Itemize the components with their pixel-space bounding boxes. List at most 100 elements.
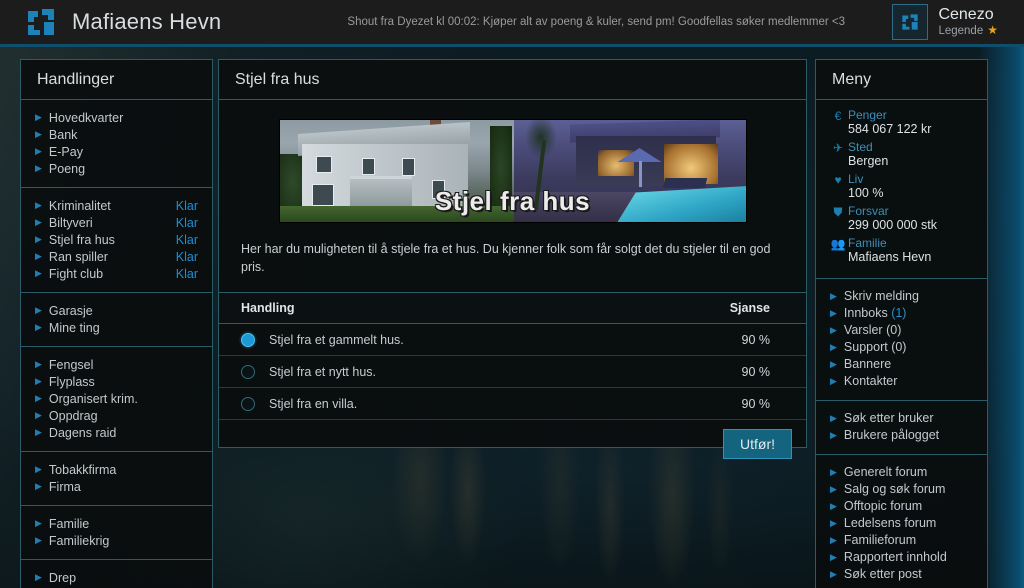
option-row[interactable]: Stjel fra et gammelt hus. 90 % — [219, 324, 806, 356]
stat-value: 100 % — [848, 185, 884, 200]
menu-item-kontakter[interactable]: ▶ Kontakter — [816, 373, 987, 390]
menu-item-s-k-etter-bruker[interactable]: ▶ Søk etter bruker — [816, 410, 987, 427]
menu-item-label: Familieforum — [843, 533, 917, 548]
sidebar-item-kriminalitet[interactable]: ▶ Kriminalitet Klar — [21, 197, 212, 214]
stat-label: Forsvar — [848, 203, 889, 218]
chevron-right-icon: ▶ — [830, 412, 837, 423]
menu-item-rapportert-innhold[interactable]: ▶ Rapportert innhold — [816, 549, 987, 566]
menu-item-s-k-etter-post[interactable]: ▶ Søk etter post — [816, 566, 987, 583]
sidebar-item-e-pay[interactable]: ▶ E-Pay — [21, 143, 212, 160]
sidebar-item-flyplass[interactable]: ▶ Flyplass — [21, 373, 212, 390]
sidebar-item-familie[interactable]: ▶ Familie — [21, 515, 212, 532]
menu-item-skriv-melding[interactable]: ▶ Skriv melding — [816, 288, 987, 305]
sidebar-item-garasje[interactable]: ▶ Garasje — [21, 302, 212, 319]
chevron-right-icon: ▶ — [35, 410, 42, 420]
stat-text: Sted Bergen — [848, 140, 888, 169]
menu-item-label: Skriv melding — [843, 289, 919, 304]
sidebar-item-status[interactable]: Klar — [176, 250, 198, 264]
menu-item-salg-og-s-k-forum[interactable]: ▶ Salg og søk forum — [816, 481, 987, 498]
option-chance: 90 % — [741, 364, 771, 379]
menu-item-bannere[interactable]: ▶ Bannere — [816, 356, 987, 373]
sidebar-item-label: Flyplass — [48, 374, 95, 389]
sidebar-item-label: E-Pay — [48, 144, 83, 159]
avatar[interactable] — [892, 4, 929, 40]
sidebar-item-fight-club[interactable]: ▶ Fight club Klar — [21, 265, 212, 282]
option-row[interactable]: Stjel fra et nytt hus. 90 % — [219, 356, 806, 388]
sidebar-item-organisert-krim[interactable]: ▶ Organisert krim. — [21, 390, 212, 407]
radio-button[interactable] — [241, 364, 255, 379]
menu-sidebar-title: Meny — [816, 60, 987, 100]
radio-button[interactable] — [241, 396, 255, 411]
chevron-right-icon: ▶ — [35, 393, 42, 403]
sidebar-item-status[interactable]: Klar — [176, 199, 198, 213]
menu-item-label: Brukere pålogget — [843, 428, 940, 443]
chevron-right-icon: ▶ — [35, 146, 42, 156]
radio-button[interactable] — [241, 332, 255, 347]
menu-item-brukere-p-logget[interactable]: ▶ Brukere pålogget — [816, 427, 987, 444]
menu-item-innboks[interactable]: ▶ Innboks (1) — [816, 305, 987, 322]
sidebar-item-label: Firma — [48, 479, 81, 494]
actions-nav-group: ▶ Tobakkfirma ▶ Firma — [21, 452, 212, 506]
menu-item-varsler[interactable]: ▶ Varsler (0) — [816, 322, 987, 339]
chevron-right-icon: ▶ — [830, 358, 837, 369]
top-header-bar: Mafiaens Hevn Shout fra Dyezet kl 00:02:… — [0, 0, 1024, 47]
plane-icon: ✈ — [832, 140, 844, 155]
chevron-right-icon: ▶ — [35, 322, 42, 332]
option-label: Stjel fra en villa. — [269, 396, 358, 411]
sidebar-item-biltyveri[interactable]: ▶ Biltyveri Klar — [21, 214, 212, 231]
menu-item-support[interactable]: ▶ Support (0) — [816, 339, 987, 356]
sidebar-item-label: Familiekrig — [48, 533, 110, 548]
menu-item-count: (1) — [891, 306, 907, 321]
options-list: Stjel fra et gammelt hus. 90 % Stjel fra e… — [219, 324, 806, 420]
page-title: Stjel fra hus — [219, 60, 806, 100]
sidebar-item-label: Tobakkfirma — [48, 462, 117, 477]
execute-button[interactable]: Utfør! — [723, 429, 792, 459]
sidebar-item-status[interactable]: Klar — [176, 216, 198, 230]
sidebar-item-ran-spiller[interactable]: ▶ Ran spiller Klar — [21, 248, 212, 265]
sidebar-item-label: Hovedkvarter — [48, 110, 124, 125]
option-chance: 90 % — [741, 396, 771, 411]
chevron-right-icon: ▶ — [830, 500, 837, 511]
sidebar-item-oppdrag[interactable]: ▶ Oppdrag — [21, 407, 212, 424]
sidebar-item-bank[interactable]: ▶ Bank — [21, 126, 212, 143]
lit-room-decor — [597, 150, 634, 176]
stat-label: Liv — [848, 171, 864, 186]
page-root: Mafiaens Hevn Shout fra Dyezet kl 00:02:… — [0, 0, 1024, 588]
sidebar-item-hovedkvarter[interactable]: ▶ Hovedkvarter — [21, 109, 212, 126]
menu-item-label: Søk etter post — [843, 567, 922, 582]
sidebar-item-stjel-fra-hus[interactable]: ▶ Stjel fra hus Klar — [21, 231, 212, 248]
option-row[interactable]: Stjel fra en villa. 90 % — [219, 388, 806, 420]
actions-nav-group: ▶ Garasje ▶ Mine ting — [21, 293, 212, 347]
menu-item-generelt-forum[interactable]: ▶ Generelt forum — [816, 464, 987, 481]
menu-item-offtopic-forum[interactable]: ▶ Offtopic forum — [816, 498, 987, 515]
sidebar-item-drep[interactable]: ▶ Drep — [21, 569, 212, 586]
sidebar-item-label: Mine ting — [48, 320, 100, 335]
chevron-right-icon: ▶ — [830, 341, 837, 352]
sidebar-item-status[interactable]: Klar — [176, 233, 198, 247]
sidebar-item-label: Familie — [48, 516, 90, 531]
menu-nav-list: ▶ Skriv melding ▶ Innboks (1) ▶ Varsler (0) ▶ S… — [816, 279, 987, 588]
chevron-right-icon: ▶ — [830, 517, 837, 528]
menu-item-ledelsens-forum[interactable]: ▶ Ledelsens forum — [816, 515, 987, 532]
sidebar-item-dagens-raid[interactable]: ▶ Dagens raid — [21, 424, 212, 441]
users-icon: 👥 — [830, 236, 846, 251]
chevron-right-icon: ▶ — [830, 429, 837, 440]
actions-nav-list: ▶ Hovedkvarter ▶ Bank ▶ E-Pay ▶ Poeng ▶ Kriminali… — [21, 100, 212, 588]
menu-item-familieforum[interactable]: ▶ Familieforum — [816, 532, 987, 549]
logo-block[interactable]: Mafiaens Hevn — [0, 5, 300, 39]
sidebar-item-mine-ting[interactable]: ▶ Mine ting — [21, 319, 212, 336]
menu-sidebar: Meny € Penger 584 067 122 kr ✈ Sted Bergen ♥ Li… — [815, 59, 988, 588]
stat-row-liv: ♥ Liv 100 % — [816, 172, 987, 201]
menu-item-label: Bannere — [843, 357, 892, 372]
actions-sidebar: Handlinger ▶ Hovedkvarter ▶ Bank ▶ E-Pay ▶ Poen… — [20, 59, 213, 588]
sidebar-item-poeng[interactable]: ▶ Poeng — [21, 160, 212, 177]
sidebar-item-tobakkfirma[interactable]: ▶ Tobakkfirma — [21, 461, 212, 478]
sidebar-item-familiekrig[interactable]: ▶ Familiekrig — [21, 532, 212, 549]
sidebar-item-fengsel[interactable]: ▶ Fengsel — [21, 356, 212, 373]
sidebar-item-firma[interactable]: ▶ Firma — [21, 478, 212, 495]
sidebar-item-label: Organisert krim. — [48, 391, 138, 406]
stat-row-penger: € Penger 584 067 122 kr — [816, 108, 987, 137]
user-block[interactable]: Cenezo Legende ★ — [892, 4, 1024, 40]
column-header-action: Handling — [241, 301, 295, 315]
sidebar-item-status[interactable]: Klar — [176, 267, 198, 281]
